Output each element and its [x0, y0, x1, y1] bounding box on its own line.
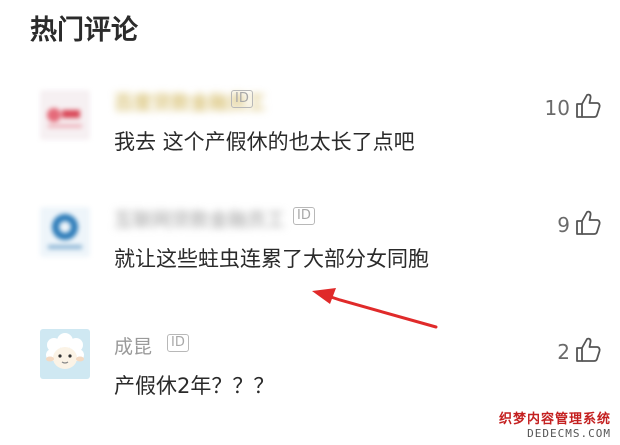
- site-watermark: 织梦内容管理系统 DEDECMS.COM: [495, 407, 614, 441]
- red-annotation-arrow: [312, 288, 438, 329]
- watermark-domain: DEDECMS.COM: [527, 427, 611, 440]
- watermark-title: 织梦内容管理系统: [498, 412, 611, 427]
